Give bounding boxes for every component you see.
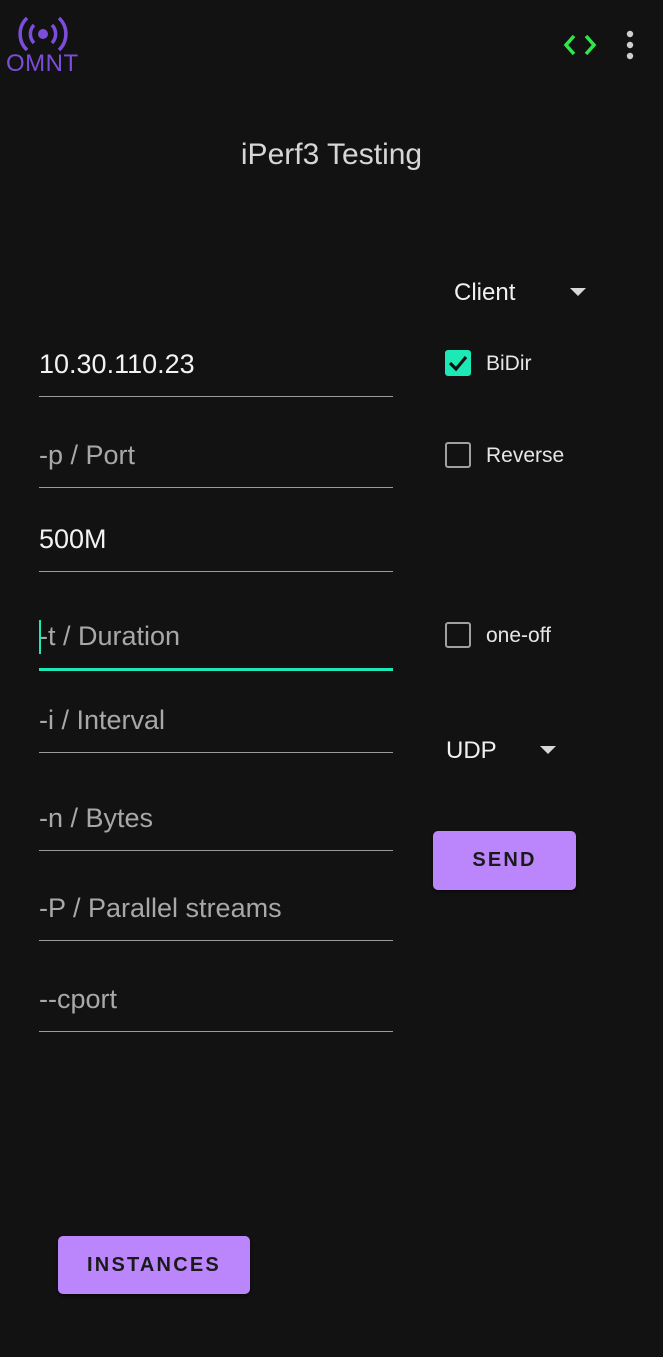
reverse-checkbox[interactable]	[445, 442, 471, 468]
duration-field-placeholder: -t / Duration	[39, 621, 181, 651]
reverse-option[interactable]: Reverse	[444, 440, 604, 472]
bidir-label: BiDir	[486, 352, 532, 375]
logo-text: OMNT	[6, 50, 79, 77]
parallel-streams-field-placeholder: -P / Parallel streams	[39, 893, 282, 923]
port-field[interactable]: -p / Port	[39, 437, 393, 488]
page-title: iPerf3 Testing	[240, 138, 423, 171]
protocol-dropdown-value: UDP	[446, 737, 497, 764]
reverse-label: Reverse	[486, 444, 565, 467]
instances-button[interactable]: INSTANCES	[58, 1236, 250, 1294]
bandwidth-field[interactable]: 500M	[39, 521, 393, 572]
cport-field-placeholder: --cport	[39, 984, 118, 1014]
host-field-value: 10.30.110.23	[39, 349, 195, 379]
mode-dropdown-value: Client	[454, 279, 516, 306]
bidir-option[interactable]: BiDir	[444, 348, 584, 380]
mode-dropdown[interactable]: Client	[440, 274, 600, 314]
protocol-dropdown[interactable]: UDP	[432, 732, 572, 772]
check-icon	[448, 355, 467, 371]
interval-field[interactable]: -i / Interval	[39, 702, 393, 753]
one-off-checkbox[interactable]	[445, 622, 471, 648]
app-logo: OMNT	[6, 10, 86, 80]
bandwidth-field-value: 500M	[39, 524, 107, 554]
chevron-down-icon	[540, 746, 556, 754]
send-button[interactable]: SEND	[433, 831, 576, 890]
cport-field[interactable]: --cport	[39, 981, 393, 1032]
text-cursor	[39, 620, 41, 654]
bidir-checkbox[interactable]	[445, 350, 471, 376]
interval-field-placeholder: -i / Interval	[39, 705, 166, 735]
duration-field[interactable]: -t / Duration	[39, 618, 393, 671]
parallel-streams-field[interactable]: -P / Parallel streams	[39, 890, 393, 941]
more-vert-icon[interactable]	[618, 28, 642, 62]
chevron-down-icon	[570, 288, 586, 296]
bytes-field[interactable]: -n / Bytes	[39, 800, 393, 851]
port-field-placeholder: -p / Port	[39, 440, 136, 470]
code-icon[interactable]	[562, 30, 602, 60]
one-off-option[interactable]: one-off	[444, 620, 604, 652]
one-off-label: one-off	[486, 624, 551, 647]
bytes-field-placeholder: -n / Bytes	[39, 803, 154, 833]
host-field[interactable]: 10.30.110.23	[39, 346, 393, 397]
